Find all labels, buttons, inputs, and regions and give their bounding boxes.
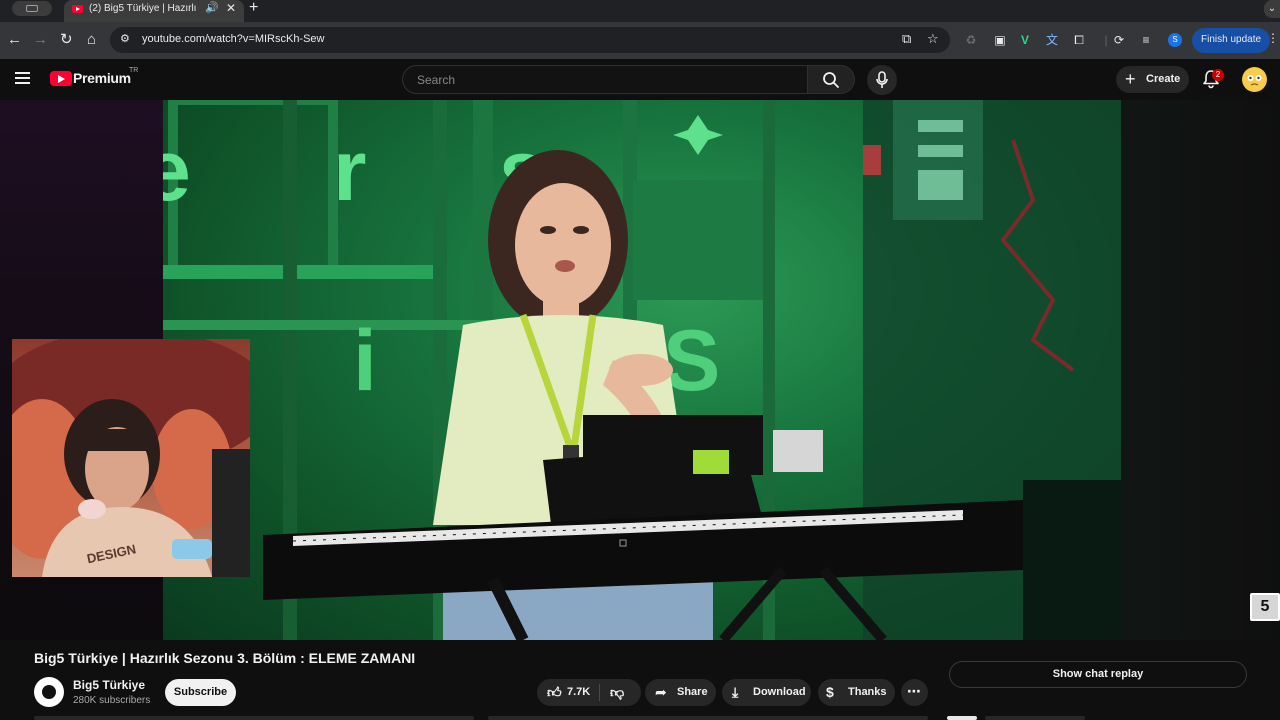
youtube-logo-icon[interactable] <box>50 71 72 86</box>
svg-text:e: e <box>163 123 191 219</box>
webcam-scene: DESIGN <box>12 339 250 577</box>
webcam-overlay: DESIGN <box>12 339 250 577</box>
region-code: TR <box>129 67 139 74</box>
search-button[interactable] <box>808 65 855 94</box>
tab-search-button[interactable] <box>12 1 52 16</box>
browser-tab-strip: (2) Big5 Türkiye | Hazırlık Sezonu 3. Bö… <box>0 0 1280 22</box>
more-dots-icon: ⋯ <box>907 683 921 699</box>
home-icon[interactable]: ⌂ <box>87 30 96 50</box>
tab-search-icon <box>26 5 38 12</box>
channel-avatar[interactable] <box>34 677 64 707</box>
share-button[interactable]: ➦ Share <box>645 679 716 706</box>
create-button[interactable]: + Create <box>1116 66 1189 93</box>
svg-text:i: i <box>353 313 377 409</box>
svg-text:r: r <box>333 123 366 219</box>
like-divider <box>599 684 600 701</box>
youtube-logo-text[interactable]: Premium <box>73 70 131 86</box>
chip-edge[interactable] <box>985 716 1085 720</box>
description-box-edge <box>34 716 474 720</box>
like-dislike-group: 👍︎ 7.7K 👎︎ <box>537 679 641 706</box>
video-player[interactable]: e r s i S <box>0 100 1280 640</box>
subscribe-button[interactable]: Subscribe <box>165 679 236 706</box>
thanks-dollar-icon: $ <box>826 684 834 700</box>
share-arrow-icon: ➦ <box>655 684 667 700</box>
subscriber-count: 280K subscribers <box>73 695 151 706</box>
download-button[interactable]: ⤓ Download <box>722 679 811 706</box>
show-chat-replay-button[interactable]: Show chat replay <box>949 661 1247 688</box>
video-title: Big5 Türkiye | Hazırlık Sezonu 3. Bölüm … <box>34 650 416 666</box>
search-icon <box>823 72 839 88</box>
extension-screen-icon[interactable]: ▣ <box>992 32 1008 48</box>
extension-v-icon[interactable]: V <box>1017 32 1033 48</box>
tab-title: (2) Big5 Türkiye | Hazırlık Sezonu 3. Bö… <box>89 3 197 14</box>
finish-update-button[interactable]: Finish update <box>1192 28 1270 53</box>
reload-icon[interactable]: ↻ <box>60 30 73 50</box>
tab-list-dropdown-icon[interactable]: ⌄ <box>1264 0 1280 18</box>
star-icon[interactable]: ☆ <box>927 31 939 47</box>
download-icon: ⤓ <box>732 684 739 700</box>
extension-translate-icon[interactable]: 文 <box>1044 32 1060 48</box>
notification-count-badge: 2 <box>1212 69 1224 81</box>
microphone-icon <box>876 71 888 88</box>
address-bar[interactable]: ⚙ youtube.com/watch?v=MIRscKh-Sew ⧉ ☆ <box>110 27 950 53</box>
search-box[interactable] <box>402 65 808 94</box>
search-input[interactable] <box>415 72 795 88</box>
like-count[interactable]: 7.7K <box>567 686 590 698</box>
profile-avatar[interactable]: S <box>1168 33 1182 47</box>
install-app-icon[interactable]: ⧉ <box>902 31 911 47</box>
tab-close-icon[interactable]: ✕ <box>226 1 236 15</box>
plus-icon: + <box>1125 69 1136 89</box>
video-scene: e r s i S <box>163 100 1121 640</box>
like-thumbs-up-icon[interactable]: 👍︎ <box>547 684 562 700</box>
browser-toolbar: ← → ↻ ⌂ ⚙ youtube.com/watch?v=MIRscKh-Se… <box>0 22 1280 59</box>
thanks-button[interactable]: $ Thanks <box>818 679 895 706</box>
extension-recycle-icon[interactable]: ♻ <box>963 32 979 48</box>
browser-tab-active[interactable]: (2) Big5 Türkiye | Hazırlık Sezonu 3. Bö… <box>64 0 244 22</box>
finish-update-label: Finish update <box>1201 34 1262 45</box>
chip-all-edge[interactable] <box>947 716 977 720</box>
channel-name[interactable]: Big5 Türkiye <box>73 678 145 692</box>
youtube-favicon-icon <box>72 5 83 13</box>
url-text[interactable]: youtube.com/watch?v=MIRscKh-Sew <box>142 33 325 45</box>
new-tab-button[interactable]: + <box>249 0 258 17</box>
share-label: Share <box>677 686 708 698</box>
voice-search-button[interactable] <box>867 65 897 95</box>
channel-watermark-logo[interactable]: 5 <box>1250 593 1280 621</box>
tune-icon[interactable]: ⚙ <box>120 33 133 46</box>
tab-audio-icon[interactable]: 🔊 <box>205 1 219 14</box>
extensions-puzzle-icon[interactable]: ⧠ <box>1071 32 1087 48</box>
thanks-label: Thanks <box>848 686 887 698</box>
forward-arrow-icon[interactable]: → <box>33 30 48 50</box>
more-actions-button[interactable]: ⋯ <box>901 679 928 706</box>
download-label: Download <box>753 686 806 698</box>
dislike-thumbs-down-icon[interactable]: 👎︎ <box>610 684 624 700</box>
back-arrow-icon[interactable]: ← <box>7 30 22 50</box>
create-label: Create <box>1146 73 1181 85</box>
sync-icon[interactable]: ⟳ <box>1111 32 1127 48</box>
account-avatar[interactable] <box>1242 67 1267 92</box>
youtube-masthead: Premium TR + Create <box>0 59 1280 100</box>
emoji-face-icon <box>1242 67 1267 92</box>
comments-box-edge <box>488 716 928 720</box>
ambient-glow-right <box>1121 100 1280 640</box>
video-frame[interactable]: e r s i S <box>163 100 1121 640</box>
hamburger-menu-icon[interactable] <box>15 72 30 84</box>
media-queue-icon[interactable]: ≡ <box>1138 32 1154 48</box>
three-dot-icon[interactable]: ⋮ <box>1267 31 1279 45</box>
